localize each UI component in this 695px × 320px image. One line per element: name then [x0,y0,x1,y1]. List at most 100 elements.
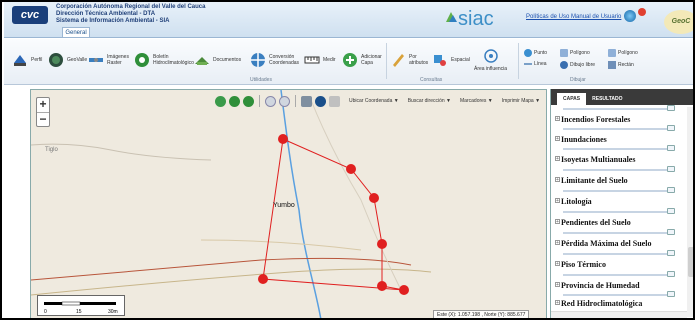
conversion-label: Conversión Coordenadas [269,54,300,66]
expand-icon[interactable]: + [555,116,560,122]
imprimir-mapa-menu[interactable]: Imprimir Mapa ▼ [502,98,540,104]
full-extent-icon[interactable] [215,95,226,107]
slider-handle[interactable] [667,125,675,131]
eraser-icon[interactable] [329,95,340,107]
layer-item[interactable]: + Limitante del Suelo [555,174,685,186]
adicionar-capa-button[interactable]: Adicionar Capa [342,45,383,75]
opacity-slider[interactable] [563,250,675,256]
opacity-slider[interactable] [563,166,675,172]
expand-icon[interactable]: + [555,240,560,246]
layer-item[interactable]: + Inundaciones [555,133,685,145]
expand-icon[interactable]: + [555,261,560,267]
previous-extent-icon[interactable] [229,95,240,107]
expand-icon[interactable]: + [555,177,560,183]
marcadores-menu[interactable]: Marcadores ▼ [460,98,493,104]
zoom-out-tool-icon[interactable] [279,95,290,107]
opacity-slider[interactable] [563,291,675,297]
opacity-slider[interactable] [563,187,675,193]
perfil-button[interactable]: Perfil [12,45,42,75]
slider-handle[interactable] [667,271,675,277]
tab-general[interactable]: General [62,27,90,37]
manual-link[interactable]: Manual de Usuario [571,14,621,20]
por-atributos-label: Por atributos [409,54,429,66]
panel-horizontal-scrollbar[interactable] [551,311,687,318]
opacity-slider[interactable] [563,208,675,214]
slider-handle[interactable] [667,145,675,151]
polygon-vertex[interactable] [369,193,379,203]
polygon-vertex[interactable] [346,164,356,174]
rectangle-icon [608,61,616,69]
zoom-in-button[interactable]: + [37,98,49,112]
layer-item[interactable]: + Pérdida Máxima del Suelo [555,237,685,249]
globe-icon[interactable] [624,10,636,22]
layer-item[interactable]: + Litología [555,195,685,207]
slider-handle[interactable] [667,229,675,235]
zoom-out-button[interactable]: − [37,112,49,126]
layer-label: Red Hidroclimatológica [561,298,643,308]
expand-icon[interactable]: + [555,156,560,162]
layer-label: Inundaciones [561,134,607,144]
expand-icon[interactable]: + [555,282,560,288]
layer-item[interactable]: + Pendientes del Suelo [555,216,685,228]
opacity-slider[interactable] [563,105,675,111]
geovalle-button[interactable]: GeoValle [48,45,87,75]
info-icon[interactable] [315,95,326,107]
polygon-vertex[interactable] [399,285,409,295]
layer-item[interactable]: + Provincia de Humedad [555,279,685,291]
slider-handle[interactable] [667,187,675,193]
slider-handle[interactable] [667,166,675,172]
medir-label: Medir [323,57,336,63]
tab-capas[interactable]: CAPAS [557,93,587,105]
opacity-slider[interactable] [563,229,675,235]
scroll-thumb[interactable] [688,247,693,277]
medir-button[interactable]: Medir [304,45,336,75]
expand-icon[interactable]: + [555,300,560,306]
slider-handle[interactable] [667,250,675,256]
adicionar-label: Adicionar Capa [361,54,382,66]
polygon-vertex[interactable] [377,281,387,291]
boletin-button[interactable]: Boletín Hidroclimatológico [134,45,194,75]
documentos-button[interactable]: Documentos [194,45,241,75]
dibujo-libre-button[interactable]: Dibujo libre [560,61,595,69]
layer-item[interactable]: + Red Hidroclimatológica [555,297,685,309]
toolbar-divider [259,95,260,107]
linea-button[interactable]: Línea [524,61,547,67]
buscar-direccion-menu[interactable]: Buscar dirección ▼ [408,98,451,104]
layer-item[interactable]: + Piso Térmico [555,258,685,270]
pan-icon[interactable] [301,95,312,107]
opacity-slider[interactable] [563,125,675,131]
expand-icon[interactable]: + [555,219,560,225]
expand-icon[interactable]: + [555,136,560,142]
layer-item[interactable]: + Isoyetas Multianuales [555,153,685,165]
ubicar-coordenada-menu[interactable]: Ubicar Coordenada ▼ [349,98,399,104]
zoom-in-tool-icon[interactable] [265,95,276,107]
line-icon [524,63,532,65]
layer-label: Piso Térmico [561,259,606,269]
area-influencia-button[interactable]: Área influencia [474,45,507,75]
map-view[interactable]: Yumbo Tiglo + − Ubicar Coordenada ▼ Busc… [30,89,547,318]
punto-button[interactable]: Punto [524,49,547,57]
slider-handle[interactable] [667,208,675,214]
tab-resultado[interactable]: RESULTADO [586,93,628,105]
opacity-slider[interactable] [563,145,675,151]
layer-label: Pendientes del Suelo [561,217,631,227]
poligono-button[interactable]: Polígono [560,49,590,57]
imagenes-button[interactable]: Imágenes Raster [88,45,133,75]
polygon-vertex[interactable] [377,239,387,249]
por-atributos-button[interactable]: Por atributos [390,45,433,75]
layer-label: Litología [561,196,592,206]
expand-icon[interactable]: + [555,198,560,204]
conversion-button[interactable]: Conversión Coordenadas [250,45,299,75]
espacial-button[interactable]: Espacial [432,45,470,75]
siac-icon [446,12,457,22]
next-extent-icon[interactable] [243,95,254,107]
panel-scrollbar[interactable] [687,107,693,317]
slider-handle[interactable] [667,105,675,111]
rectangulo-button[interactable]: Rectán [608,61,634,69]
poligono2-button[interactable]: Polígono [608,49,638,57]
layer-item[interactable]: + Incendios Forestales [555,113,685,125]
polygon-vertex[interactable] [278,134,288,144]
opacity-slider[interactable] [563,271,675,277]
polygon-vertex[interactable] [258,274,268,284]
policy-link[interactable]: Políticas de Uso [526,14,569,20]
